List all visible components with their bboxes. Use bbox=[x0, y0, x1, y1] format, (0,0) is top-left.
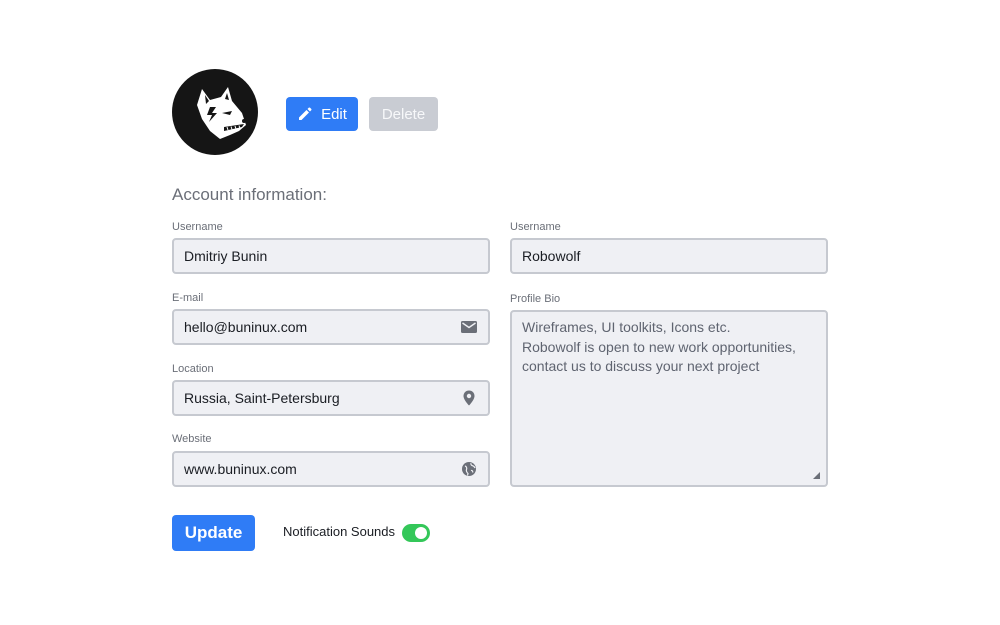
profile-bio-textarea[interactable]: Wireframes, UI toolkits, Icons etc. Robo… bbox=[510, 310, 828, 487]
location-field[interactable]: Russia, Saint-Petersburg bbox=[172, 380, 490, 416]
website-label: Website bbox=[172, 433, 212, 445]
website-value: www.buninux.com bbox=[184, 461, 297, 477]
email-label: E-mail bbox=[172, 292, 204, 304]
location-label: Location bbox=[172, 363, 214, 375]
bio-line: contact us to discuss your next project bbox=[522, 358, 760, 374]
username-right-label: Username bbox=[510, 221, 561, 233]
profile-bio-label: Profile Bio bbox=[510, 293, 561, 305]
username-right-field[interactable]: Robowolf bbox=[510, 238, 828, 274]
avatar bbox=[172, 69, 258, 155]
notification-sounds-toggle[interactable] bbox=[402, 524, 430, 542]
pencil-icon bbox=[297, 106, 313, 122]
username-value: Dmitriy Bunin bbox=[184, 248, 268, 264]
email-field[interactable]: hello@buninux.com bbox=[172, 309, 490, 345]
delete-button[interactable]: Delete bbox=[369, 97, 438, 131]
website-field[interactable]: www.buninux.com bbox=[172, 451, 490, 487]
toggle-knob bbox=[415, 527, 427, 539]
notification-sounds-label: Notification Sounds bbox=[283, 524, 396, 539]
delete-button-label: Delete bbox=[381, 105, 426, 123]
bio-line: Wireframes, UI toolkits, Icons etc. bbox=[522, 319, 731, 335]
bio-line: Robowolf is open to new work opportuniti… bbox=[522, 338, 796, 355]
update-button-label: Update bbox=[184, 523, 243, 542]
username-label: Username bbox=[172, 221, 223, 233]
mail-icon bbox=[460, 318, 478, 336]
email-value: hello@buninux.com bbox=[184, 319, 308, 335]
username-right-value: Robowolf bbox=[522, 248, 581, 264]
edit-button[interactable]: Edit bbox=[286, 97, 358, 131]
username-field[interactable]: Dmitriy Bunin bbox=[172, 238, 490, 274]
location-pin-icon bbox=[460, 389, 478, 407]
globe-icon bbox=[460, 460, 478, 478]
location-value: Russia, Saint-Petersburg bbox=[184, 390, 340, 406]
wolf-logo-icon bbox=[197, 87, 246, 139]
section-title: Account information: bbox=[172, 185, 327, 204]
edit-button-label: Edit bbox=[321, 105, 347, 123]
resize-handle[interactable] bbox=[813, 472, 820, 479]
update-button[interactable]: Update bbox=[172, 515, 255, 551]
